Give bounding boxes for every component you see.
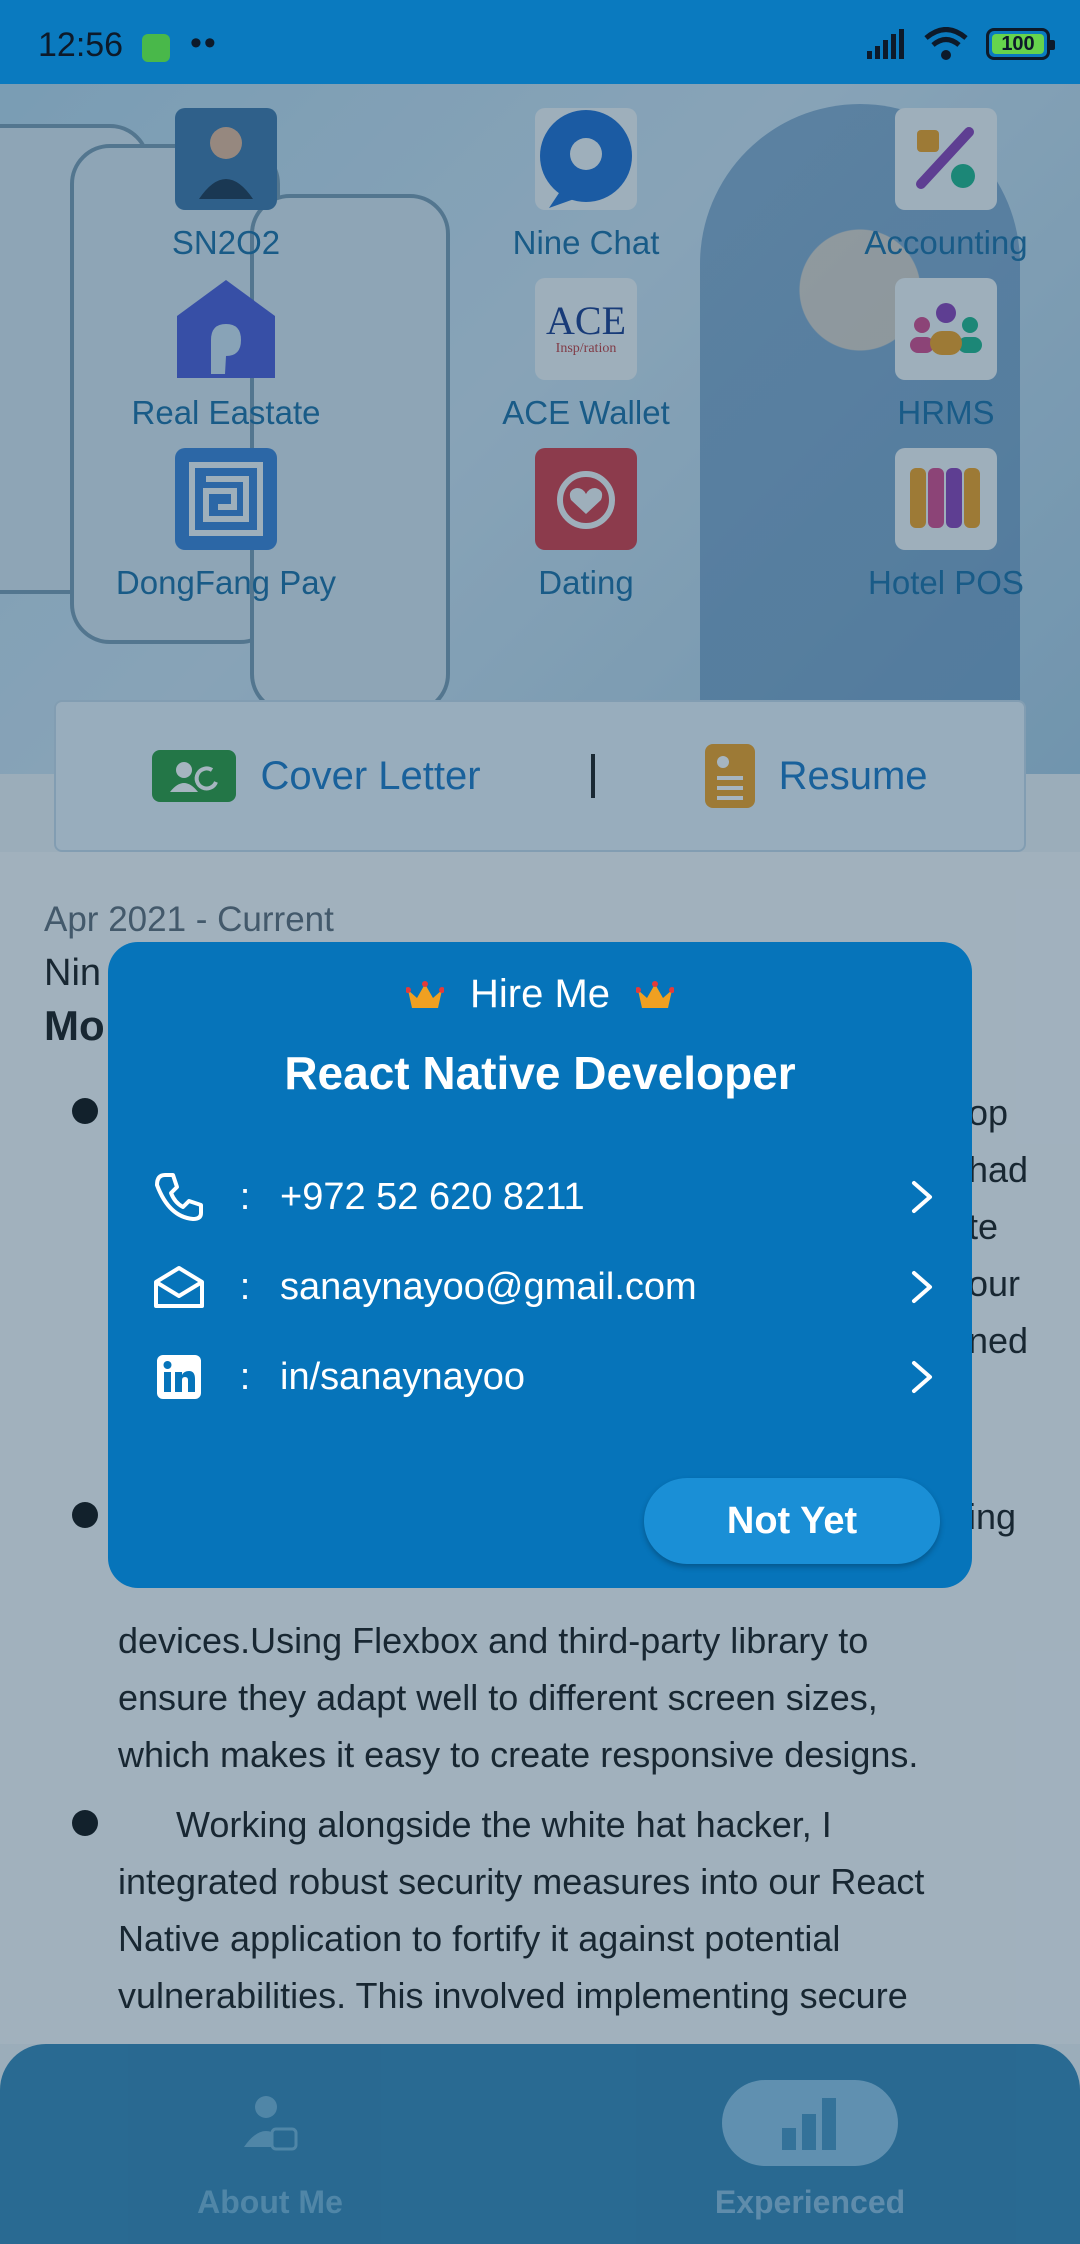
- contact-phone[interactable]: : +972 52 620 8211: [148, 1162, 942, 1232]
- experienced-icon-wrap: [722, 2080, 898, 2166]
- status-bar: 12:56 •• 100: [0, 0, 1080, 84]
- tab-experienced[interactable]: Experienced: [690, 2080, 930, 2221]
- chevron-right-icon: [902, 1357, 942, 1397]
- mail-icon: [148, 1256, 210, 1318]
- battery-icon: 100: [986, 28, 1055, 60]
- more-notifications-icon: ••: [190, 24, 218, 62]
- separator-colon: :: [239, 1355, 251, 1398]
- crown-icon: [405, 980, 444, 1008]
- crown-icon: [636, 980, 675, 1008]
- phone-number: +972 52 620 8211: [280, 1175, 585, 1218]
- tab-label: Experienced: [714, 2184, 906, 2220]
- contact-linkedin[interactable]: : in/sanaynayoo: [148, 1342, 942, 1412]
- tab-label: About Me: [197, 2184, 343, 2220]
- signal-icon: [867, 29, 904, 59]
- tab-about-me[interactable]: About Me: [150, 2080, 390, 2221]
- chevron-right-icon: [902, 1177, 942, 1217]
- not-yet-button[interactable]: Not Yet: [644, 1478, 940, 1564]
- android-notification-icon: [142, 34, 170, 62]
- user-card-icon: [244, 2096, 298, 2151]
- linkedin-icon: [148, 1346, 210, 1408]
- email-address: sanaynayoo@gmail.com: [280, 1265, 697, 1308]
- separator-colon: :: [239, 1175, 251, 1218]
- bottom-navigation: About Me Experienced: [0, 2044, 1080, 2244]
- phone-icon: [148, 1166, 210, 1228]
- chevron-right-icon: [902, 1267, 942, 1307]
- battery-level: 100: [1001, 32, 1035, 55]
- modal-header: Hire Me: [108, 972, 972, 1017]
- wifi-icon: [924, 27, 968, 60]
- status-time: 12:56: [38, 26, 124, 64]
- bar-chart-icon: [782, 2098, 836, 2150]
- hire-me-dialog: Hire Me React Native Developer : +972 52…: [108, 942, 972, 1588]
- status-indicators: 100: [866, 26, 1055, 62]
- about-icon-wrap: [182, 2080, 358, 2166]
- modal-subtitle: React Native Developer: [284, 1047, 796, 1099]
- linkedin-handle: in/sanaynayoo: [280, 1355, 526, 1398]
- contact-email[interactable]: : sanaynayoo@gmail.com: [148, 1252, 942, 1322]
- separator-colon: :: [239, 1265, 251, 1308]
- modal-title: Hire Me: [469, 972, 611, 1016]
